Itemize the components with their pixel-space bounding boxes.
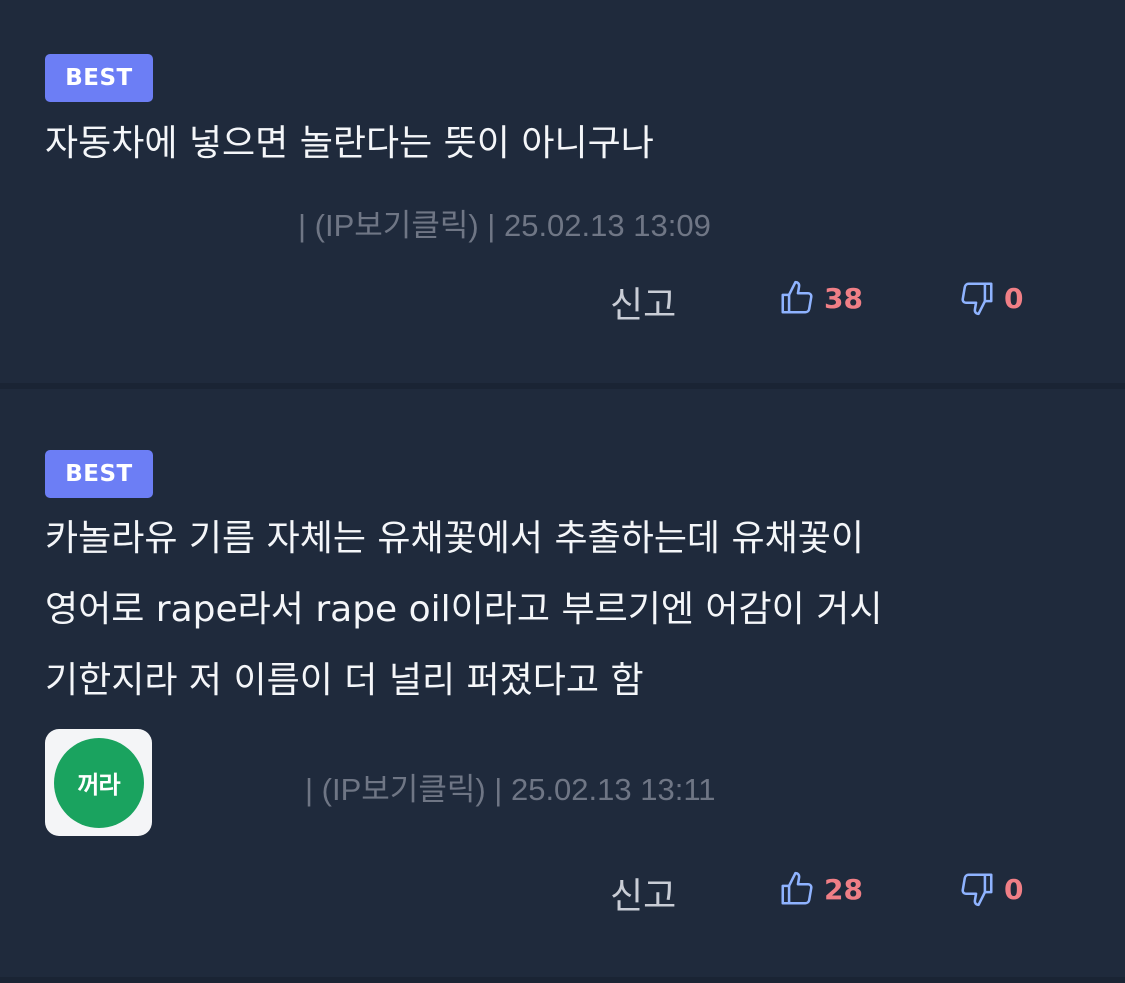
avatar-text: 꺼라 xyxy=(77,771,120,799)
like-button[interactable]: 38 xyxy=(778,278,863,318)
comment-divider xyxy=(0,977,1125,983)
best-badge: BEST xyxy=(45,54,153,102)
dislike-button[interactable]: 0 xyxy=(958,869,1023,909)
comment-text: 카놀라유 기름 자체는 유채꽃에서 추출하는데 유채꽃이 영어로 rape라서 … xyxy=(45,518,883,701)
like-count: 38 xyxy=(824,281,863,315)
like-button[interactable]: 28 xyxy=(778,869,863,909)
like-count: 28 xyxy=(824,872,863,906)
report-button[interactable]: 신고 xyxy=(610,867,676,919)
dislike-button[interactable]: 0 xyxy=(958,278,1023,318)
report-button[interactable]: 신고 xyxy=(610,276,676,328)
thumbs-down-icon xyxy=(961,873,993,907)
avatar-image: 꺼라 xyxy=(53,737,144,828)
comment-2: BEST 카놀라유 기름 자체는 유채꽃에서 추출하는데 유채꽃이 영어로 ra… xyxy=(0,389,1125,977)
thumbs-up-icon xyxy=(781,280,813,314)
dislike-count: 0 xyxy=(1004,872,1024,906)
comment-meta[interactable]: | (IP보기클릭) | 25.02.13 13:09 xyxy=(298,200,711,245)
comment-meta[interactable]: | (IP보기클릭) | 25.02.13 13:11 xyxy=(305,764,716,809)
comment-1: BEST 자동차에 넣으면 놀란다는 뜻이 아니구나 | (IP보기클릭) | … xyxy=(0,0,1125,383)
dislike-count: 0 xyxy=(1004,281,1024,315)
thumbs-down-icon xyxy=(961,282,993,316)
comment-text: 자동차에 넣으면 놀란다는 뜻이 아니구나 xyxy=(45,123,654,164)
thumbs-up-icon xyxy=(781,871,813,905)
user-avatar[interactable]: 꺼라 xyxy=(45,729,152,836)
best-badge: BEST xyxy=(45,450,153,498)
